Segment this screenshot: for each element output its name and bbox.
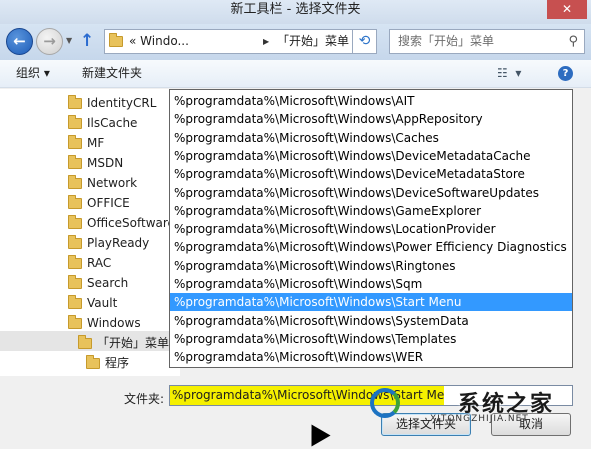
autocomplete-item[interactable]: %programdata%\Microsoft\Windows\Start Me… <box>170 293 572 312</box>
address-segment-parent[interactable]: « Windo... <box>129 30 189 53</box>
tree-item-label: IdentityCRL <box>87 96 157 110</box>
recent-locations-dropdown-icon[interactable]: ▼ <box>66 36 72 45</box>
title-bar: 新工具栏 - 选择文件夹 ✕ <box>0 0 591 24</box>
tree-item-label: MSDN <box>87 156 124 170</box>
folder-icon <box>68 295 82 309</box>
watermark: 系统之家 XITONGZHIJIA.NET <box>370 382 570 432</box>
autocomplete-item[interactable]: %programdata%\Microsoft\Windows\Location… <box>170 220 572 238</box>
help-icon[interactable]: ? <box>558 66 573 81</box>
address-segment-current[interactable]: 「开始」菜单 <box>277 30 349 53</box>
autocomplete-item[interactable]: %programdata%\Microsoft\Windows\DeviceMe… <box>170 165 572 183</box>
autocomplete-item[interactable]: %programdata%\Microsoft\Windows\DeviceMe… <box>170 147 572 165</box>
new-folder-button[interactable]: 新建文件夹 <box>82 60 142 87</box>
navigation-bar: ← → ▼ ↑ « Windo... ▶ 「开始」菜单 ▼ ⟲ 搜索「开始」菜单… <box>0 24 591 60</box>
folder-icon <box>68 115 82 129</box>
autocomplete-item[interactable]: %programdata%\Microsoft\Windows\SystemDa… <box>170 312 572 330</box>
tree-item-label: MF <box>87 136 105 150</box>
autocomplete-item[interactable]: %programdata%\Microsoft\Windows\Template… <box>170 330 572 348</box>
autocomplete-item[interactable]: %programdata%\Microsoft\Windows\Ringtone… <box>170 257 572 275</box>
tree-item-label: Vault <box>87 296 118 310</box>
folder-icon <box>86 355 100 369</box>
up-level-button[interactable]: ↑ <box>80 31 94 51</box>
tree-item-label: RAC <box>87 256 112 270</box>
command-toolbar: 组织 ▾ 新建文件夹 ☷ ▾ ? <box>0 60 591 88</box>
autocomplete-item[interactable]: %programdata%\Microsoft\Windows\Sqm <box>170 275 572 293</box>
tree-item-label: Windows <box>87 316 141 330</box>
folder-tree[interactable]: IdentityCRL IlsCache MF MSDN Network OFFICE Of… <box>0 89 180 376</box>
folder-icon <box>109 33 123 47</box>
folder-icon <box>68 175 82 189</box>
folder-icon <box>78 335 92 349</box>
tree-item-label: OFFICE <box>87 196 130 210</box>
autocomplete-item[interactable]: %programdata%\Microsoft\Windows\DeviceSo… <box>170 184 572 202</box>
search-icon[interactable]: ⚲ <box>568 30 578 53</box>
refresh-button[interactable]: ⟲ <box>352 29 377 54</box>
chevron-right-icon[interactable]: ▶ <box>263 30 269 53</box>
folder-icon <box>68 135 82 149</box>
organize-button[interactable]: 组织 ▾ <box>16 60 50 87</box>
refresh-icon: ⟲ <box>358 33 371 49</box>
autocomplete-item[interactable]: %programdata%\Microsoft\Windows\Power Ef… <box>170 238 572 256</box>
folder-icon <box>68 155 82 169</box>
autocomplete-item[interactable]: %programdata%\Microsoft\Windows\AIT <box>170 92 572 110</box>
search-placeholder: 搜索「开始」菜单 <box>398 34 495 48</box>
address-bar[interactable]: « Windo... ▶ 「开始」菜单 ▼ <box>104 29 377 54</box>
folder-icon <box>68 275 82 289</box>
folder-icon <box>68 255 82 269</box>
tree-item-label: OfficeSoftware <box>87 216 175 230</box>
autocomplete-item[interactable]: %programdata%\Microsoft\Windows\WER <box>170 348 572 366</box>
tree-item-label: IlsCache <box>87 116 138 130</box>
folder-icon <box>68 195 82 209</box>
search-input[interactable]: 搜索「开始」菜单 ⚲ <box>389 29 585 54</box>
folder-field-label: 文件夹: <box>124 392 165 406</box>
autocomplete-item[interactable]: %programdata%\Microsoft\Windows\AppRepos… <box>170 110 572 128</box>
folder-icon <box>68 215 82 229</box>
tree-item-label: 「开始」菜单 <box>97 336 170 350</box>
forward-arrow-icon: → <box>43 32 56 50</box>
folder-icon <box>68 235 82 249</box>
autocomplete-item[interactable]: %programdata%\Microsoft\Windows\Caches <box>170 129 572 147</box>
tree-item-label: Network <box>87 176 138 190</box>
watermark-subtext: XITONGZHIJIA.NET <box>430 414 529 424</box>
tree-item-label: PlayReady <box>87 236 150 250</box>
folder-autocomplete-list[interactable]: %programdata%\Microsoft\Windows\AIT %prog… <box>169 89 573 368</box>
back-button[interactable]: ← <box>6 28 33 55</box>
tree-item-label: Search <box>87 276 129 290</box>
autocomplete-item[interactable]: %programdata%\Microsoft\Windows\GameExpl… <box>170 202 572 220</box>
forward-button[interactable]: → <box>36 28 63 55</box>
window-close-button[interactable]: ✕ <box>547 0 587 19</box>
watermark-logo-icon <box>370 388 400 418</box>
folder-icon <box>68 95 82 109</box>
window-title: 新工具栏 - 选择文件夹 <box>230 2 361 17</box>
back-arrow-icon: ← <box>13 32 26 50</box>
tree-item-label: 程序 <box>105 356 130 370</box>
view-options-icon[interactable]: ☷ ▾ <box>497 60 521 87</box>
folder-icon <box>68 315 82 329</box>
